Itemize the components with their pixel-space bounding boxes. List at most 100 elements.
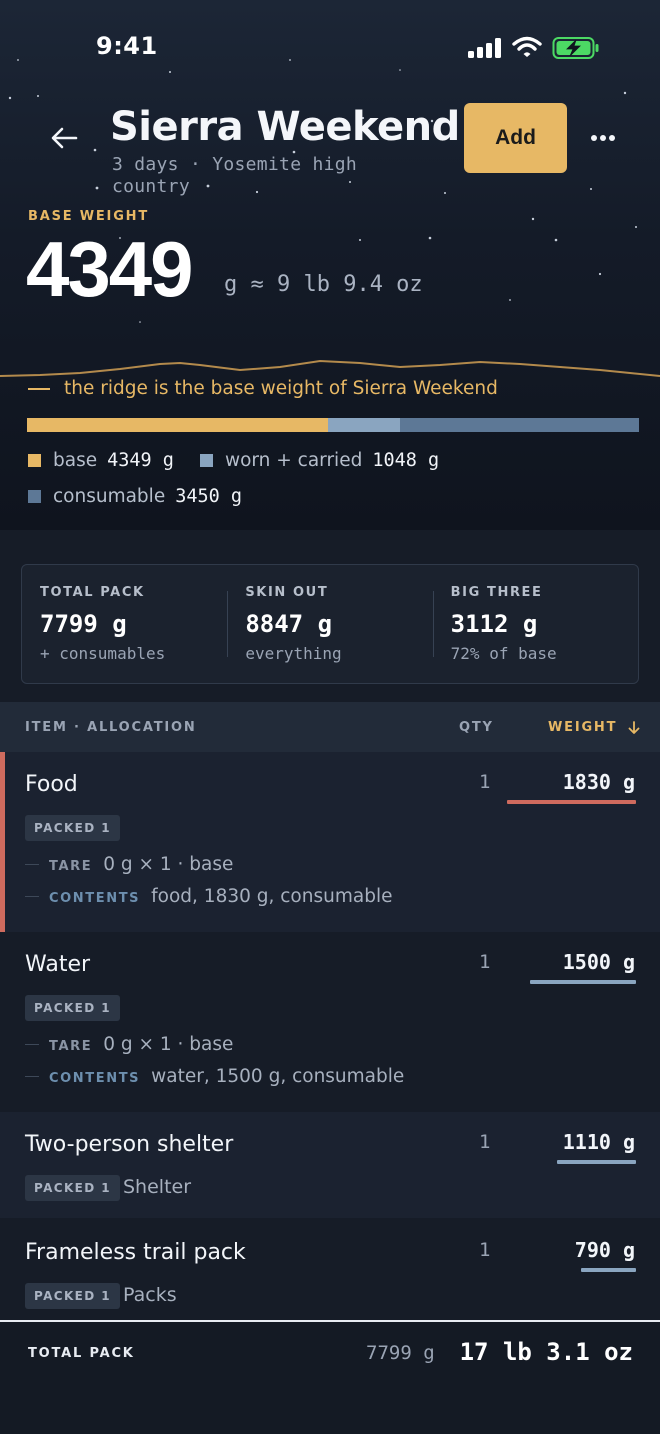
cellular-signal-icon bbox=[468, 38, 501, 58]
total-pack-footer: TOTAL PACK 7799 g 17 lb 3.1 oz bbox=[0, 1320, 660, 1434]
column-header-weight[interactable]: WEIGHT bbox=[548, 720, 641, 735]
arrow-left-icon bbox=[51, 127, 78, 149]
item-weight: 1500 g bbox=[562, 950, 635, 974]
tare-dash bbox=[25, 864, 39, 865]
status-badge: PACKED 1 bbox=[25, 815, 120, 841]
item-weight: 790 g bbox=[574, 1238, 635, 1262]
item-weight: 1110 g bbox=[562, 1130, 635, 1154]
item-name: Water bbox=[25, 952, 91, 977]
stat-big3-value: 3112 g bbox=[450, 610, 538, 638]
column-header-qty[interactable]: QTY bbox=[459, 720, 494, 735]
item-name: Frameless trail pack bbox=[25, 1240, 246, 1265]
legend-worn-label: worn + carried bbox=[224, 450, 363, 471]
item-weight-bar bbox=[507, 800, 636, 804]
column-header-item[interactable]: ITEM · ALLOCATION bbox=[25, 720, 197, 735]
footer-total-grams: 7799 g bbox=[366, 1342, 435, 1364]
summary-stats-card: TOTAL PACK 7799 g + consumables SKIN OUT… bbox=[21, 564, 639, 684]
item-qty[interactable]: 1 bbox=[479, 1131, 490, 1153]
legend-base-value: 4349 g bbox=[107, 450, 174, 471]
stat-total-value: 7799 g bbox=[40, 610, 127, 638]
stat-skin-note: everything bbox=[245, 644, 342, 663]
legend-base: base 4349 g bbox=[28, 450, 174, 471]
stat-skin-out: SKIN OUT 8847 g everything bbox=[227, 565, 432, 683]
status-badge: PACKED 1 bbox=[25, 1175, 120, 1201]
ridge-legend-dash bbox=[28, 387, 50, 390]
legend-consumable: consumable 3450 g bbox=[28, 486, 242, 507]
legend-consumable-value: 3450 g bbox=[175, 486, 243, 507]
item-name: Two-person shelter bbox=[25, 1132, 234, 1157]
table-header: ITEM · ALLOCATION QTY WEIGHT bbox=[0, 702, 660, 752]
item-weight-bar bbox=[557, 1160, 636, 1164]
tare-line: TARE 0 g × 1 · base bbox=[25, 1034, 233, 1055]
more-options-button[interactable] bbox=[582, 120, 624, 156]
add-button[interactable]: Add bbox=[464, 103, 567, 173]
stat-big-three: BIG THREE 3112 g 72% of base bbox=[432, 565, 638, 683]
column-header-weight-label: WEIGHT bbox=[548, 720, 618, 735]
contents-key: CONTENTS bbox=[49, 891, 141, 906]
status-bar: 9:41 bbox=[0, 0, 660, 90]
stat-big3-note: 72% of base bbox=[450, 644, 557, 663]
allocation-bar bbox=[27, 418, 639, 432]
table-row[interactable]: Two-person shelter 1 1110 g PACKED 1 She… bbox=[0, 1112, 660, 1218]
tare-line: TARE 0 g × 1 · base bbox=[25, 854, 233, 875]
legend-worn-value: 1048 g bbox=[372, 450, 440, 471]
allocation-legend-row-2: consumable 3450 g bbox=[28, 486, 268, 507]
table-row[interactable]: Food 1 1830 g PACKED 1 TARE 0 g × 1 · ba… bbox=[0, 752, 660, 932]
tare-text: 0 g × 1 · base bbox=[103, 854, 234, 875]
stat-total-pack: TOTAL PACK 7799 g + consumables bbox=[22, 565, 227, 683]
legend-consumable-swatch bbox=[28, 490, 41, 503]
item-qty[interactable]: 1 bbox=[479, 1239, 490, 1261]
stat-total-label: TOTAL PACK bbox=[40, 585, 145, 600]
allocation-segment-base bbox=[27, 418, 328, 432]
contents-text: food, 1830 g, consumable bbox=[151, 886, 393, 907]
stat-skin-label: SKIN OUT bbox=[245, 585, 329, 600]
footer-total-label: TOTAL PACK bbox=[28, 1346, 135, 1361]
item-weight: 1830 g bbox=[562, 770, 635, 794]
legend-worn: worn + carried 1048 g bbox=[199, 450, 440, 471]
back-button[interactable] bbox=[44, 118, 84, 158]
status-badge: PACKED 1 bbox=[25, 1283, 120, 1309]
ellipsis-icon bbox=[591, 135, 615, 141]
stat-big3-label: BIG THREE bbox=[450, 585, 543, 600]
contents-dash bbox=[25, 1076, 39, 1077]
legend-base-label: base bbox=[53, 450, 98, 471]
legend-worn-swatch bbox=[199, 454, 213, 467]
tare-dash bbox=[25, 1044, 39, 1045]
item-name: Food bbox=[25, 772, 78, 797]
stat-skin-value: 8847 g bbox=[245, 610, 333, 638]
wifi-icon bbox=[512, 36, 542, 57]
base-weight-label: BASE WEIGHT bbox=[28, 209, 150, 224]
item-qty[interactable]: 1 bbox=[479, 771, 490, 793]
ridge-caption-text: the ridge is the base weight of Sierra W… bbox=[64, 378, 498, 399]
item-category: Shelter bbox=[123, 1176, 192, 1198]
allocation-legend-row-1: base 4349 g worn + carried 1048 g bbox=[28, 450, 465, 471]
table-row[interactable]: Water 1 1500 g PACKED 1 TARE 0 g × 1 · b… bbox=[0, 932, 660, 1112]
item-category: Packs bbox=[123, 1284, 177, 1306]
allocation-segment-worn bbox=[327, 418, 401, 432]
stat-total-note: + consumables bbox=[40, 644, 166, 663]
status-badge: PACKED 1 bbox=[25, 995, 120, 1021]
item-weight-bar bbox=[581, 1268, 636, 1272]
contents-text: water, 1500 g, consumable bbox=[151, 1066, 405, 1087]
base-weight-conversion: g ≈ 9 lb 9.4 oz bbox=[224, 272, 423, 297]
sort-descending-icon bbox=[628, 720, 640, 734]
allocation-segment-consumable bbox=[400, 418, 639, 432]
trip-hero: 9:41 Sierra Weekend 3 days · Yosemite hi… bbox=[0, 0, 660, 530]
contents-line: CONTENTS food, 1830 g, consumable bbox=[25, 886, 392, 907]
legend-base-swatch bbox=[28, 454, 41, 467]
ridge-caption: the ridge is the base weight of Sierra W… bbox=[28, 378, 498, 399]
trip-subtitle: 3 days · Yosemite high country bbox=[112, 154, 358, 197]
footer-total-imperial: 17 lb 3.1 oz bbox=[459, 1338, 633, 1366]
item-qty[interactable]: 1 bbox=[479, 951, 490, 973]
tare-key: TARE bbox=[49, 859, 93, 874]
tare-text: 0 g × 1 · base bbox=[103, 1034, 234, 1055]
row-selected-accent bbox=[0, 752, 5, 932]
table-row[interactable]: Frameless trail pack 1 790 g PACKED 1 Pa… bbox=[0, 1218, 660, 1320]
tare-key: TARE bbox=[49, 1039, 93, 1054]
legend-consumable-label: consumable bbox=[53, 486, 166, 507]
trip-title: Sierra Weekend bbox=[110, 104, 460, 150]
contents-line: CONTENTS water, 1500 g, consumable bbox=[25, 1066, 404, 1087]
contents-dash bbox=[25, 896, 39, 897]
base-weight-value: 4349 bbox=[26, 225, 194, 313]
contents-key: CONTENTS bbox=[49, 1071, 141, 1086]
